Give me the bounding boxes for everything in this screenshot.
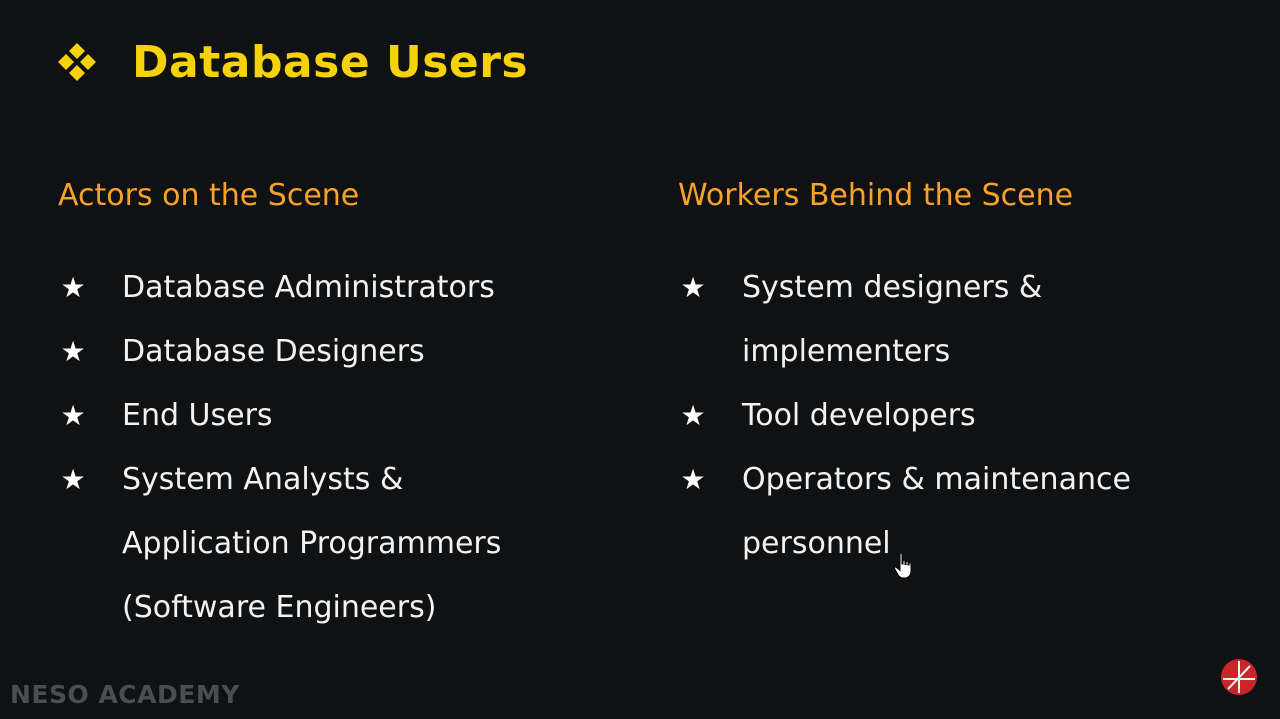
- list-item-text: Tool developers: [742, 398, 976, 433]
- left-column: Actors on the Scene ★ Database Administr…: [58, 176, 618, 640]
- slide-title: Database Users: [132, 36, 529, 88]
- watermark: NESO ACADEMY: [10, 680, 240, 709]
- list-item: ★ System designers & implementers: [678, 256, 1238, 384]
- list-item: ★ Tool developers: [678, 384, 1238, 448]
- hand-cursor-icon: [893, 552, 912, 579]
- star-icon: ★: [680, 271, 706, 304]
- list-item-text: System Analysts & Application Programmer…: [122, 462, 502, 625]
- list-item-text: Database Designers: [122, 334, 425, 369]
- neso-logo-icon: [1221, 659, 1257, 695]
- list-item-text: Database Administrators: [122, 270, 495, 305]
- right-column-heading: Workers Behind the Scene: [678, 178, 1074, 213]
- star-icon: ★: [60, 271, 86, 304]
- title-row: Database Users: [56, 34, 528, 90]
- list-item: ★ Database Designers: [58, 320, 618, 384]
- left-column-heading: Actors on the Scene: [58, 178, 360, 213]
- star-icon: ★: [680, 463, 706, 496]
- right-column: Workers Behind the Scene ★ System design…: [678, 176, 1238, 576]
- list-item: ★ Database Administrators: [58, 256, 618, 320]
- list-item-text: System designers & implementers: [742, 270, 1043, 369]
- diamond-bullet-icon: [58, 43, 96, 81]
- slide: Database Users Actors on the Scene ★ Dat…: [0, 0, 1280, 719]
- list-item: ★ Operators & maintenance personnel: [678, 448, 1238, 576]
- list-item-text: Operators & maintenance personnel: [742, 462, 1131, 561]
- list-item: ★ End Users: [58, 384, 618, 448]
- star-icon: ★: [60, 399, 86, 432]
- list-item-text: End Users: [122, 398, 273, 433]
- star-icon: ★: [60, 463, 86, 496]
- star-icon: ★: [60, 335, 86, 368]
- list-item: ★ System Analysts & Application Programm…: [58, 448, 618, 640]
- star-icon: ★: [680, 399, 706, 432]
